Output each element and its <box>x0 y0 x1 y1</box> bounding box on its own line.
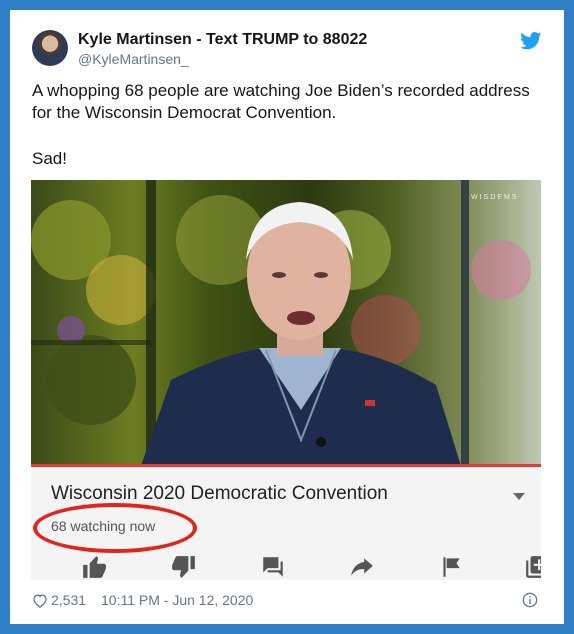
comment-icon[interactable] <box>259 554 287 580</box>
tweet-text-line1: A whopping 68 people are watching Joe Bi… <box>32 81 530 122</box>
author-avatar[interactable] <box>32 30 68 66</box>
highlight-circle <box>33 503 197 553</box>
like-count[interactable]: 2,531 <box>51 592 86 608</box>
flag-icon[interactable] <box>437 554 465 580</box>
add-to-playlist-icon[interactable] <box>523 554 541 580</box>
video-image <box>31 180 531 466</box>
video-progress-bar[interactable] <box>31 464 541 467</box>
embedded-video-card[interactable]: WISDEMS Wisconsin 2020 Democratic Conven… <box>31 180 541 580</box>
tweet-timestamp[interactable]: 10:11 PM - Jun 12, 2020 <box>101 592 253 608</box>
tweet-footer: 2,531 10:11 PM - Jun 12, 2020 <box>32 592 542 612</box>
video-actions-bar <box>31 550 541 580</box>
author-name[interactable]: Kyle Martinsen - Text TRUMP to 88022 <box>78 31 367 49</box>
author-handle[interactable]: @KyleMartinsen_ <box>78 51 189 67</box>
video-watermark: WISDEMS <box>471 194 519 201</box>
twitter-bird-icon[interactable] <box>520 32 542 50</box>
tweet-text: A whopping 68 people are watching Joe Bi… <box>32 80 542 170</box>
tweet-card: Kyle Martinsen - Text TRUMP to 88022 @Ky… <box>10 10 564 624</box>
chevron-down-icon[interactable] <box>513 493 525 500</box>
share-icon[interactable] <box>348 554 376 580</box>
info-icon[interactable] <box>522 592 538 608</box>
video-frame[interactable]: WISDEMS <box>31 180 541 466</box>
thumbs-up-icon[interactable] <box>80 554 108 580</box>
thumbs-down-icon[interactable] <box>170 554 198 580</box>
tweet-text-line2: Sad! <box>32 149 67 168</box>
heart-icon[interactable] <box>32 593 48 608</box>
video-title[interactable]: Wisconsin 2020 Democratic Convention <box>51 483 388 505</box>
